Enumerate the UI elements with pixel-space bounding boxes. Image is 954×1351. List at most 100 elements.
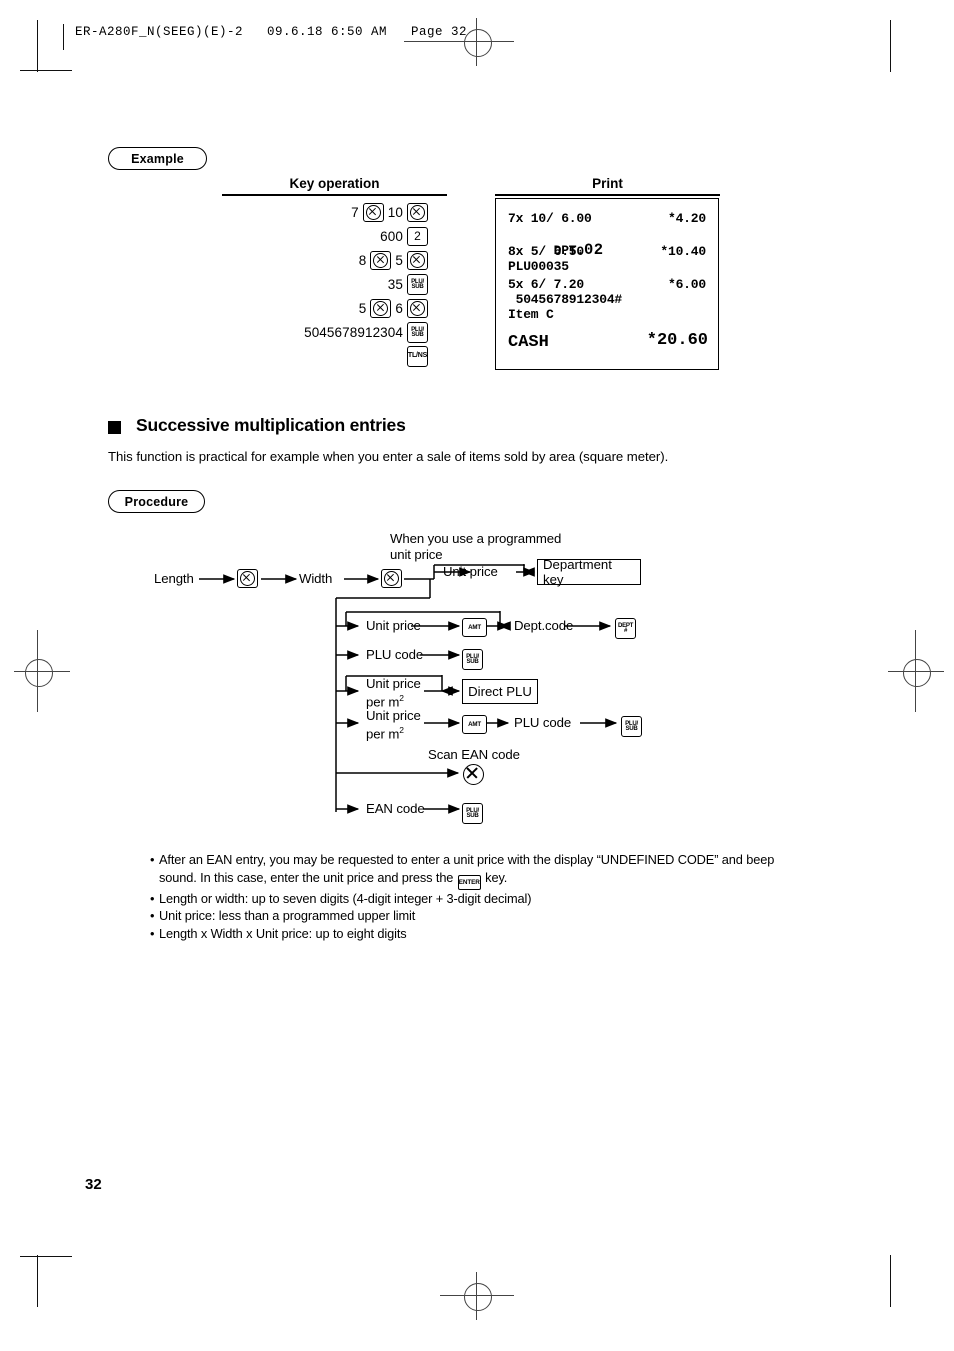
receipt-line-5-left: 5x 6/ 7.20 bbox=[508, 277, 585, 292]
flow-multiply-key-2 bbox=[381, 569, 402, 591]
flow-amt-key-1: AMT bbox=[462, 616, 487, 637]
multiply-key bbox=[407, 202, 428, 222]
note-text: Length x Width x Unit price: up to eight… bbox=[159, 926, 407, 942]
flow-row5-line2: per m bbox=[366, 726, 400, 742]
key-operation-value: 10 bbox=[387, 204, 403, 220]
flow-row4-line1: Unit price bbox=[366, 676, 421, 691]
example-badge: Example bbox=[108, 147, 207, 170]
key-operation-row: 5045678912304 PLU/SUB bbox=[218, 320, 428, 344]
multiply-icon bbox=[373, 252, 389, 268]
receipt-dept-value: 02 bbox=[584, 241, 604, 259]
column-rule-print bbox=[495, 194, 720, 196]
crop-mark-bottom-left-v bbox=[37, 1255, 39, 1307]
flow-plusub-key-1: PLU/SUB bbox=[462, 645, 483, 670]
note-bullet: • bbox=[150, 890, 155, 906]
key-operation-value: 35 bbox=[387, 276, 403, 292]
key-operation-row: TL/NS bbox=[218, 344, 428, 368]
multiply-icon bbox=[410, 252, 425, 268]
multiply-key bbox=[407, 298, 428, 318]
flow-note-programmed-line2: unit price bbox=[390, 547, 443, 562]
procedure-flow-lines bbox=[199, 564, 618, 814]
flow-row5-sup: 2 bbox=[399, 725, 404, 735]
note-bullet: • bbox=[150, 852, 155, 867]
flow-label-width: Width bbox=[299, 571, 333, 586]
receipt-line-3-left: 8x 5/ 6.50 bbox=[508, 244, 585, 259]
key-operation-row: 35 PLU/SUB bbox=[218, 272, 428, 296]
note-text: After an EAN entry, you may be requested… bbox=[159, 851, 810, 890]
reg-mark-top bbox=[464, 29, 492, 57]
key-operation-value: 6 bbox=[395, 300, 403, 316]
flow-row5-unit-price: Unit price per m2 bbox=[366, 709, 421, 741]
note-bullet: • bbox=[150, 908, 155, 924]
flow-row2-dept-code: Dept.code bbox=[514, 618, 574, 633]
note-item: • After an EAN entry, you may be requeste… bbox=[150, 851, 810, 890]
key-operation-row: 85 bbox=[218, 248, 428, 272]
multiply-key bbox=[362, 202, 384, 222]
plu-sub-key: PLU/SUB bbox=[407, 321, 428, 343]
note-bullet: • bbox=[150, 926, 155, 942]
note-item: • Length x Width x Unit price: up to eigh… bbox=[150, 925, 810, 943]
reg-mark-right bbox=[903, 659, 931, 687]
section-bullet-square bbox=[108, 421, 121, 434]
enter-key-glyph: ENTER bbox=[457, 874, 481, 890]
total-no-sale-key: TL/NS bbox=[407, 345, 428, 367]
flow-dept-number-key: DEPT # bbox=[615, 614, 636, 639]
crop-mark-bottom-right-v bbox=[890, 1255, 892, 1307]
multiply-icon bbox=[410, 204, 425, 220]
barcode-scanner-icon bbox=[463, 764, 484, 785]
note-text: Unit price: less than a programmed upper… bbox=[159, 908, 416, 924]
reg-mark-left bbox=[25, 659, 53, 687]
multiply-key bbox=[370, 298, 392, 318]
flow-amt-key-2: AMT bbox=[462, 713, 487, 734]
flow-note-programmed-line1: When you use a programmed bbox=[390, 531, 562, 546]
section-heading: Successive multiplication entries bbox=[136, 415, 406, 435]
reg-mark-bottom bbox=[464, 1283, 492, 1311]
key-operation-row: 600 2 bbox=[218, 224, 428, 248]
key-operation-row: 56 bbox=[218, 296, 428, 320]
flow-plusub-key-3: PLU/SUB bbox=[462, 799, 483, 824]
note-item: • Unit price: less than a programmed uppe… bbox=[150, 907, 810, 925]
crop-mark-top-left-v bbox=[37, 20, 39, 72]
key-operation-value: 5 bbox=[395, 252, 403, 268]
key-operation-value: 7 bbox=[351, 204, 359, 220]
manual-page: ER-A280F_N(SEEG)(E)-2 09.6.18 6:50 AM Pa… bbox=[0, 0, 954, 1351]
multiply-icon bbox=[365, 204, 381, 220]
header-file-line: ER-A280F_N(SEEG)(E)-2 09.6.18 6:50 AM Pa… bbox=[75, 25, 468, 39]
column-rule-key-operation bbox=[222, 194, 447, 196]
receipt-line-1-left: 7x 10/ 6.00 bbox=[508, 211, 592, 226]
flow-direct-plu-box: Direct PLU bbox=[462, 679, 538, 704]
flow-multiply-key-1 bbox=[237, 569, 258, 591]
page-number: 32 bbox=[85, 1176, 102, 1193]
column-header-print: Print bbox=[592, 176, 623, 191]
crop-mark-bottom-left-h bbox=[20, 1256, 72, 1258]
multiply-key bbox=[407, 250, 428, 270]
flow-row3-plu-code: PLU code bbox=[366, 647, 424, 662]
flow-row5-plu-code: PLU code bbox=[514, 715, 572, 730]
flow-row1-unit-price: Unit price bbox=[443, 564, 498, 579]
flow-row4-sup: 2 bbox=[399, 693, 404, 703]
flow-label-length: Length bbox=[154, 571, 194, 586]
procedure-badge: Procedure bbox=[108, 490, 205, 513]
flow-dept-key-bottom: # bbox=[623, 627, 628, 635]
key-operation-value: 8 bbox=[358, 252, 367, 268]
multiply-icon bbox=[410, 300, 425, 316]
column-header-key-operation: Key operation bbox=[289, 176, 380, 191]
key-operation-row: 7 10 bbox=[218, 200, 428, 224]
receipt-line-7-item: Item C bbox=[508, 307, 554, 322]
receipt-line-5-right: *6.00 bbox=[667, 277, 706, 292]
department-2-key: 2 bbox=[407, 226, 428, 246]
receipt-line-3-right: *10.40 bbox=[660, 244, 706, 259]
key-operation-value: 600 bbox=[380, 228, 403, 244]
receipt-line-1-right: *4.20 bbox=[667, 211, 706, 226]
flow-row7-ean-code: EAN code bbox=[366, 801, 425, 816]
flow-plusub-key-2: PLU/SUB bbox=[621, 712, 642, 737]
reg-mark-top-line-h bbox=[404, 41, 514, 43]
flow-scan-ean-label: Scan EAN code bbox=[428, 747, 520, 762]
receipt-total-label: CASH bbox=[508, 333, 549, 352]
multiply-key bbox=[370, 250, 392, 270]
receipt-print-sample: 7x 10/ 6.00 *4.20 DPT.02 8x 5/ 6.50 *10.… bbox=[495, 198, 719, 370]
crop-mark-top-left-h bbox=[20, 70, 72, 72]
plu-sub-key: PLU/SUB bbox=[407, 273, 428, 295]
notes-list: • After an EAN entry, you may be requeste… bbox=[150, 851, 810, 943]
key-operation-value: 5 bbox=[358, 300, 367, 316]
